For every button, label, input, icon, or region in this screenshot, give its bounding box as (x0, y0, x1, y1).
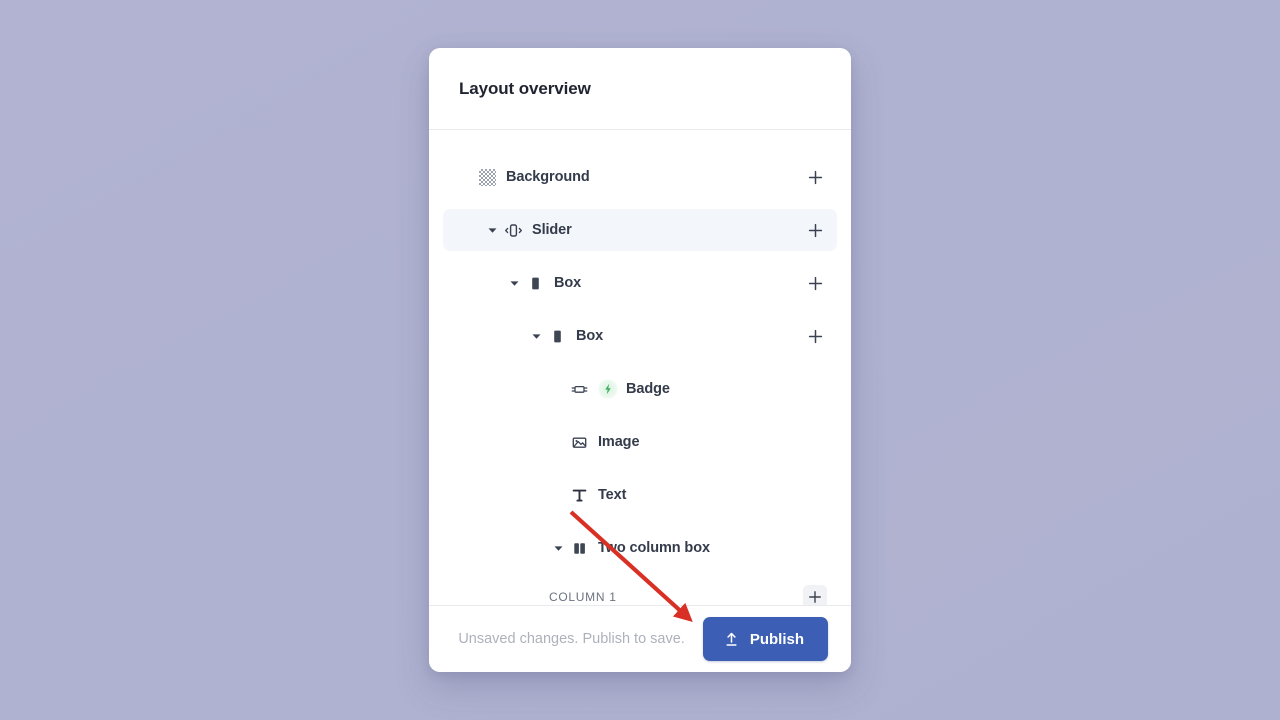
chevron-down-icon[interactable] (527, 327, 545, 345)
tree-row-label: Image (598, 434, 640, 450)
add-to-column-button[interactable] (803, 585, 827, 605)
two-column-icon (569, 538, 589, 558)
tree-row-box-outer[interactable]: Box (443, 262, 837, 304)
panel-footer: Unsaved changes. Publish to save. Publis… (429, 605, 851, 672)
tree-row-image[interactable]: Image (443, 421, 837, 463)
publish-button[interactable]: Publish (702, 617, 828, 661)
tree-row-label: Badge (626, 381, 670, 397)
tree-row-label: Box (576, 328, 604, 344)
page-title: Layout overview (459, 78, 591, 98)
tree-row-text[interactable]: Text (443, 474, 837, 516)
lightning-bolt-icon (598, 379, 618, 399)
checkerboard-icon (477, 167, 497, 187)
text-icon (569, 485, 589, 505)
tree-row-label: Background (506, 169, 590, 185)
add-child-button[interactable] (803, 271, 827, 295)
tree-row-badge[interactable]: Badge (443, 368, 837, 410)
badge-icon (569, 379, 589, 399)
box-icon (547, 326, 567, 346)
tree-row-box-inner[interactable]: Box (443, 315, 837, 357)
tree-row-two-column-box[interactable]: Two column box (443, 527, 837, 569)
add-child-button[interactable] (803, 324, 827, 348)
tree-row-label: Text (598, 487, 627, 503)
box-icon (525, 273, 545, 293)
add-child-button[interactable] (803, 165, 827, 189)
chevron-down-icon[interactable] (505, 274, 523, 292)
layer-tree: Background Slider Box Box Badge Image Te… (429, 130, 851, 605)
upload-icon (723, 631, 740, 648)
chevron-down-icon[interactable] (483, 221, 501, 239)
tree-row-label: Box (554, 275, 582, 291)
tree-row-label: Slider (532, 222, 572, 238)
tree-row-label: Two column box (598, 540, 710, 556)
panel-header: Layout overview (429, 48, 851, 130)
tree-row-background[interactable]: Background (443, 156, 837, 198)
unsaved-changes-status: Unsaved changes. Publish to save. (458, 631, 685, 647)
layout-overview-panel: Layout overview Background Slider Box Bo… (429, 48, 851, 672)
chevron-down-icon[interactable] (549, 539, 567, 557)
tree-column-group-header: COLUMN 1 (443, 580, 837, 605)
publish-button-label: Publish (749, 630, 804, 648)
add-child-button[interactable] (803, 218, 827, 242)
image-icon (569, 432, 589, 452)
tree-row-slider[interactable]: Slider (443, 209, 837, 251)
column-group-label: COLUMN 1 (549, 590, 617, 604)
slider-icon (503, 220, 523, 240)
